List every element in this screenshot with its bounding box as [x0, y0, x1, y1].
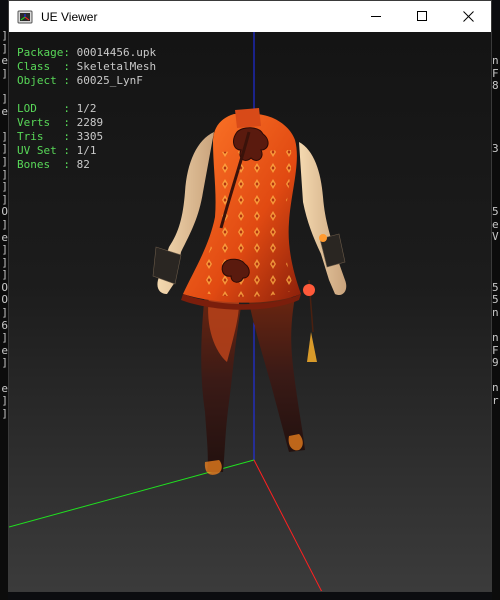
close-button[interactable]	[445, 1, 491, 32]
console-line: ]	[1, 243, 8, 257]
minimize-icon	[370, 16, 381, 17]
console-line: 3	[492, 142, 499, 156]
console-line: 5	[492, 293, 499, 307]
object-label: Object :	[17, 74, 70, 87]
title-bar[interactable]: UE Viewer	[9, 1, 491, 32]
tris-label: Tris :	[17, 130, 70, 143]
uvset-value: 1/1	[76, 144, 97, 157]
console-line: ]	[1, 406, 8, 420]
info-row-lod: LOD : 1/2	[17, 102, 156, 116]
console-line: ]	[1, 306, 8, 320]
console-line: ]	[1, 217, 8, 231]
console-line: ]	[1, 394, 8, 408]
console-line: 5	[492, 205, 499, 219]
ue-viewer-app-icon	[17, 10, 33, 23]
bones-value: 82	[76, 158, 90, 171]
window-title: UE Viewer	[41, 9, 98, 24]
console-line: ]	[1, 30, 8, 42]
axis-x-line	[253, 459, 323, 591]
verts-value: 2289	[76, 116, 104, 129]
console-line: ]	[1, 91, 8, 105]
skeletal-mesh-model	[152, 108, 347, 475]
console-line: ]	[1, 154, 8, 168]
console-line: ]	[1, 268, 8, 282]
object-value: 60025_LynF	[76, 74, 143, 87]
background-console-right: nF8 3 5eV 55n nF9 nr	[492, 30, 500, 600]
minimize-button[interactable]	[353, 1, 399, 32]
info-row-package: Package: 00014456.upk	[17, 46, 156, 60]
console-line: 9	[492, 356, 499, 370]
window-controls	[353, 1, 491, 32]
console-line: ]	[1, 180, 8, 194]
background-console-left: ]] e] ] e ]]]]]] O] e]]] O O] 6] e] e]]	[0, 30, 8, 600]
console-line: ]	[1, 331, 8, 345]
lod-label: LOD :	[17, 102, 70, 115]
console-line: r	[492, 394, 499, 408]
info-row-object: Object : 60025_LynF	[17, 74, 156, 88]
console-line: e	[1, 54, 8, 68]
ue-viewer-window: UE Viewer Package: 00014456.upk Class: …	[8, 0, 492, 592]
info-row-class: Class : SkeletalMesh	[17, 60, 156, 74]
console-line: n	[492, 331, 499, 345]
maximize-button[interactable]	[399, 1, 445, 32]
lod-value: 1/2	[76, 102, 97, 115]
info-row-verts: Verts : 2289	[17, 116, 156, 130]
tris-value: 3305	[76, 130, 104, 143]
verts-label: Verts :	[17, 116, 70, 129]
console-line: 8	[492, 79, 499, 93]
package-value: 00014456.upk	[76, 46, 157, 59]
maximize-icon	[416, 11, 427, 21]
uvset-label: UV Set :	[17, 144, 70, 157]
info-row-bones: Bones : 82	[17, 158, 156, 172]
console-line: n	[492, 54, 499, 67]
package-label: Package:	[17, 46, 70, 59]
class-label: Class :	[17, 60, 70, 73]
class-value: SkeletalMesh	[76, 60, 157, 73]
close-icon	[462, 11, 474, 22]
3d-viewport[interactable]: Package: 00014456.upk Class : SkeletalMe…	[9, 32, 491, 591]
bones-label: Bones :	[17, 158, 70, 171]
info-row-tris: Tris : 3305	[17, 130, 156, 144]
info-row-uvset: UV Set : 1/1	[17, 144, 156, 158]
mesh-info-panel: Package: 00014456.upk Class : SkeletalMe…	[17, 46, 156, 172]
